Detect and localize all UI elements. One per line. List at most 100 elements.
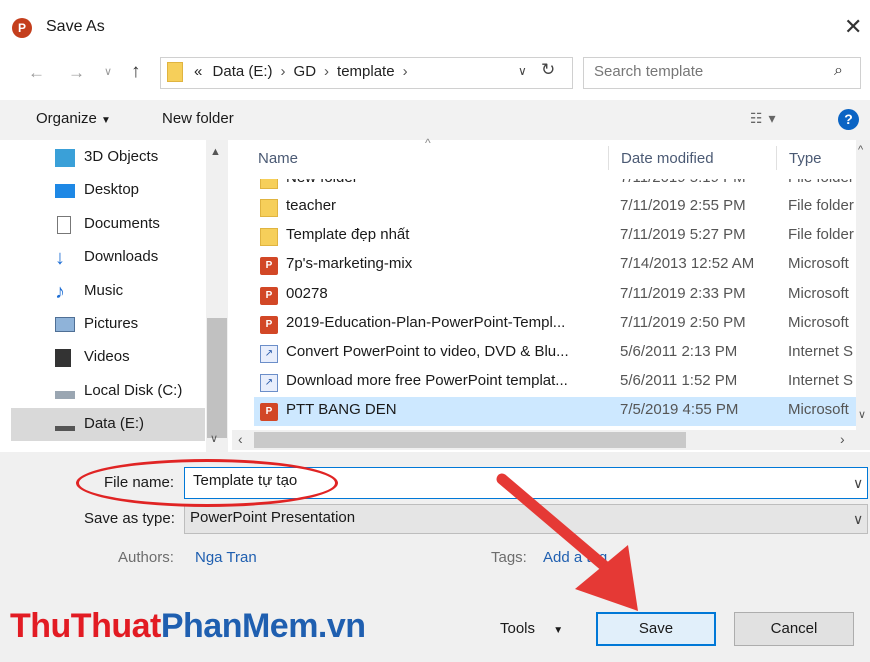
nav-item-3d-objects[interactable]: 3D Objects [55,145,225,173]
internet-shortcut-icon: ↗ [260,374,278,392]
horizontal-scrollbar-thumb[interactable] [254,432,686,448]
nav-label: Documents [84,215,160,232]
nav-item-videos[interactable]: Videos [55,345,225,373]
nav-item-desktop[interactable]: Desktop [55,178,225,206]
watermark-part2: PhanMem.vn [160,607,366,645]
nav-item-local-disk[interactable]: Local Disk (C:) [55,379,225,407]
organize-button[interactable]: Organize ▼ [36,110,111,127]
recent-locations-chevron-icon[interactable]: ∨ [104,65,112,78]
column-divider[interactable] [608,146,609,170]
nav-label: Music [84,282,124,299]
chevron-right-icon[interactable]: › [324,63,329,80]
search-icon[interactable]: ⌕ [834,62,843,80]
cancel-button[interactable]: Cancel [734,612,854,646]
new-folder-button[interactable]: New folder [162,110,234,127]
file-list-vertical-scrollbar[interactable] [856,140,870,430]
nav-item-music[interactable]: ♪ Music [55,279,225,307]
drive-icon [55,426,75,431]
file-name: teacher [286,197,337,214]
chevron-down-icon[interactable]: ∨ [853,511,863,528]
file-date: 7/11/2019 2:33 PM [620,285,746,302]
column-divider[interactable] [776,146,777,170]
help-icon[interactable]: ? [838,109,859,130]
powerpoint-file-icon: P [260,287,278,305]
forward-arrow-icon[interactable]: → [68,63,85,83]
breadcrumb-overflow[interactable]: « [194,63,202,80]
breadcrumb-data-drive[interactable]: Data (E:) [213,63,273,80]
chevron-right-icon[interactable]: › [281,63,286,80]
downloads-icon: ↓ [55,247,65,269]
watermark-part1: ThuThuat [10,607,161,645]
view-options-icon[interactable]: ☷ ▾ [750,110,776,127]
file-type: Microsoft [788,401,849,418]
file-date: 5/6/2011 1:52 PM [620,372,738,389]
watermark-logo: ThuThuatPhanMem.vn [10,607,366,646]
triangle-down-icon: ▼ [101,115,111,126]
folder-icon [260,179,278,189]
column-type[interactable]: Type [789,150,822,167]
music-icon: ♪ [55,281,65,303]
column-name[interactable]: Name [258,150,298,167]
scroll-left-icon[interactable]: ‹ [238,431,243,447]
file-type: Microsoft [788,314,849,331]
title-bar [0,0,870,44]
file-row[interactable]: P PTT BANG DEN 7/5/2019 4:55 PM Microsoft [254,397,862,426]
nav-label: Downloads [84,248,159,265]
folder-icon [260,199,278,217]
3d-objects-icon [55,149,75,167]
powerpoint-file-icon: P [260,257,278,275]
file-name: Download more free PowerPoint templat... [286,372,568,389]
file-row[interactable]: P 00278 7/11/2019 2:33 PM Microsoft [254,281,862,310]
powerpoint-app-icon: P [12,18,32,38]
address-dropdown-icon[interactable]: ∨ [518,64,527,78]
nav-item-downloads[interactable]: ↓ Downloads [55,245,225,273]
nav-label: Pictures [84,315,139,332]
column-headers: Name Date modified Type [232,140,870,170]
file-row[interactable]: ↗ Convert PowerPoint to video, DVD & Blu.… [254,339,862,368]
file-row[interactable]: teacher 7/11/2019 2:55 PM File folder [254,193,862,222]
breadcrumb-gd[interactable]: GD [294,63,317,80]
nav-label: 3D Objects [84,148,159,165]
file-date: 7/14/2013 12:52 AM [620,255,755,272]
file-row[interactable]: ↗ Download more free PowerPoint templat..… [254,368,862,397]
chevron-right-icon[interactable]: › [403,63,408,80]
scroll-down-icon[interactable]: ∨ [858,408,866,421]
file-type: Microsoft [788,285,849,302]
sort-ascending-icon: ^ [425,136,431,150]
window-title: Save As [46,18,105,35]
nav-label: Local Disk (C:) [84,382,183,399]
videos-icon [55,349,71,367]
file-date: 7/5/2019 4:55 PM [620,401,739,418]
file-row[interactable]: P 2019-Education-Plan-PowerPoint-Templ...… [254,310,862,339]
file-type: Internet S [788,343,854,360]
triangle-down-icon: ▼ [553,625,564,636]
breadcrumb-template[interactable]: template [337,63,395,80]
column-date-modified[interactable]: Date modified [621,150,714,167]
scroll-up-icon[interactable]: ^ [858,144,863,156]
nav-item-documents[interactable]: Documents [55,212,225,240]
file-row[interactable]: Template đẹp nhất 7/11/2019 5:27 PM File f… [254,222,862,251]
drive-icon [55,391,75,399]
folder-icon [260,228,278,246]
file-date: 7/11/2019 2:55 PM [620,197,746,214]
back-arrow-icon[interactable]: ← [28,63,45,83]
desktop-icon [55,184,75,198]
authors-value[interactable]: Nga Tran [195,549,257,566]
file-name: 00278 [286,285,328,302]
chevron-down-icon[interactable]: ∨ [853,475,863,492]
file-name: 7p's-marketing-mix [286,255,413,272]
file-type: Internet S [788,372,854,389]
refresh-icon[interactable]: ↻ [541,60,555,80]
nav-item-data-drive[interactable]: Data (E:) [55,412,225,440]
file-row[interactable]: P 7p's-marketing-mix 7/14/2013 12:52 AM Mic… [254,251,862,280]
file-name: New folder [286,169,358,186]
close-button[interactable]: ✕ [844,14,862,40]
up-arrow-icon[interactable]: ↑ [131,61,141,83]
nav-item-pictures[interactable]: Pictures [55,312,225,340]
save-as-type-value[interactable]: PowerPoint Presentation [190,509,355,526]
file-type: File folder [788,197,854,214]
internet-shortcut-icon: ↗ [260,345,278,363]
organize-label: Organize [36,110,97,127]
scroll-right-icon[interactable]: › [840,431,845,447]
command-bar [0,100,870,140]
